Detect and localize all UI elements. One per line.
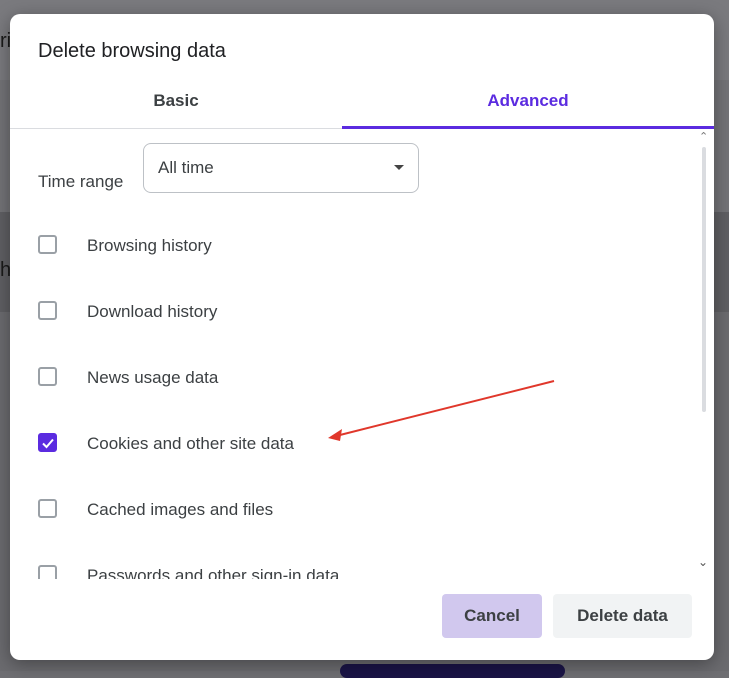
option-download-history[interactable]: Download history [10,292,700,332]
option-label: Passwords and other sign-in data [87,566,340,579]
option-label: Cached images and files [87,500,274,519]
time-range-select[interactable]: All time [143,143,419,193]
options-panel: Time range All time Browsing history Dow… [10,129,714,579]
scroll-up-icon[interactable]: ⌃ [699,130,708,143]
dialog-title: Delete browsing data [38,40,226,62]
option-passwords-sign-in-data[interactable]: Passwords and other sign-in data [10,556,700,579]
time-range-value: All time [158,158,214,177]
dialog-footer: Cancel Delete data [10,579,714,660]
checkbox[interactable] [38,301,57,320]
delete-data-button[interactable]: Delete data [553,594,692,638]
checkbox[interactable] [38,235,57,254]
caret-down-icon [394,165,404,170]
cancel-button[interactable]: Cancel [442,594,542,638]
tab-advanced[interactable]: Advanced [342,80,714,128]
checkbox[interactable] [38,565,57,579]
option-browsing-history[interactable]: Browsing history [10,226,700,266]
delete-browsing-data-dialog: Delete browsing data Basic Advanced Time… [10,14,714,660]
option-label: Download history [87,302,218,321]
option-cached-images-files[interactable]: Cached images and files [10,490,700,530]
tab-bar: Basic Advanced [10,80,714,129]
checkbox-checked[interactable] [38,433,57,452]
background-button [340,664,565,678]
option-cookies-site-data[interactable]: Cookies and other site data [10,424,700,464]
checkbox[interactable] [38,499,57,518]
option-label: News usage data [87,368,219,387]
option-news-usage-data[interactable]: News usage data [10,358,700,398]
option-label: Browsing history [87,236,212,255]
check-icon [42,438,54,449]
tab-basic[interactable]: Basic [10,80,342,128]
time-range-label: Time range [38,172,124,191]
checkbox[interactable] [38,367,57,386]
scroll-down-icon[interactable]: ⌄ [698,555,708,569]
option-label: Cookies and other site data [87,434,294,453]
scrollbar-thumb[interactable] [702,147,706,412]
